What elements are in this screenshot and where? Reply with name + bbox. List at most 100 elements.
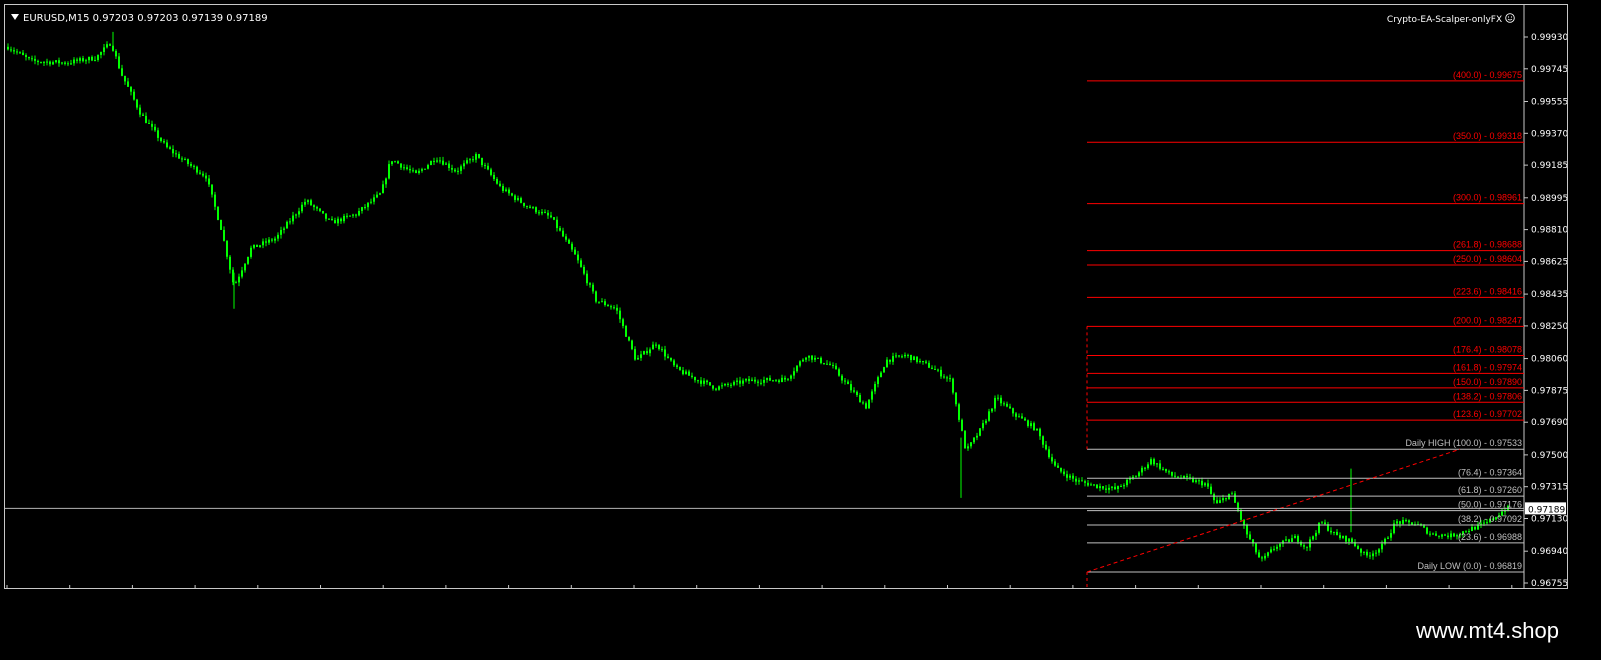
candle-body (1447, 535, 1449, 538)
candle-body (934, 368, 936, 370)
candle-body (826, 363, 828, 365)
candle-body (1057, 465, 1059, 468)
candle-body (121, 68, 123, 76)
candle-body (895, 355, 897, 357)
candle-body (1321, 522, 1323, 524)
candle-body (454, 169, 456, 172)
candle-body (634, 349, 636, 360)
price-axis-label: 0.99370 (1531, 129, 1567, 139)
candle-body (919, 360, 921, 362)
candle-body (571, 243, 573, 250)
candle-body (295, 214, 297, 216)
candle-body (349, 215, 351, 217)
candle-body (106, 44, 108, 48)
price-axis-label: 0.96940 (1531, 547, 1567, 557)
candle-body (1237, 502, 1239, 511)
collapse-triangle-icon[interactable] (11, 14, 19, 20)
candle-body (553, 217, 555, 220)
candle-body (988, 411, 990, 421)
candle-body (1003, 403, 1005, 405)
candle-body (145, 115, 147, 123)
candle-body (1357, 546, 1359, 549)
candle-body (838, 369, 840, 376)
candle-body (1126, 479, 1128, 486)
candle-body (1405, 520, 1407, 522)
candle-body (280, 229, 282, 235)
candle-body (325, 213, 327, 219)
current-price-label: 0.97189 (1528, 505, 1565, 515)
candle-body (616, 307, 618, 311)
candle-body (1195, 480, 1197, 483)
candle-body (481, 157, 483, 166)
price-axis-label: 0.97690 (1531, 418, 1567, 428)
candle-body (583, 266, 585, 274)
candle-body (214, 194, 216, 207)
candle-body (808, 355, 810, 358)
fib-level-label: (200.0) - 0.98247 (1453, 315, 1522, 325)
fib-level-label: (61.8) - 0.97260 (1458, 485, 1522, 495)
candle-body (844, 380, 846, 382)
candle-body (769, 377, 771, 381)
candle-body (478, 154, 480, 158)
candle-body (1036, 428, 1038, 431)
price-axis-label: 0.97130 (1531, 515, 1567, 525)
candle-body (1366, 551, 1368, 556)
price-axis-label: 0.97315 (1531, 483, 1567, 493)
price-axis-label: 0.96755 (1531, 579, 1567, 588)
candle-body (1288, 539, 1290, 542)
candle-body (1045, 444, 1047, 450)
candle-body (658, 345, 660, 350)
candle-body (76, 59, 78, 61)
candle-body (1069, 475, 1071, 478)
candle-body (229, 256, 231, 270)
candle-body (1033, 423, 1035, 431)
price-axis-label: 0.97875 (1531, 386, 1567, 396)
candle-body (568, 239, 570, 244)
candle-body (805, 357, 807, 360)
candle-body (547, 212, 549, 216)
candle-body (823, 363, 825, 365)
candle-body (115, 50, 117, 57)
candle-body (328, 218, 330, 220)
candle-body (580, 260, 582, 267)
price-axis-label: 0.99555 (1531, 97, 1567, 107)
candle-body (1024, 418, 1026, 421)
candle-body (415, 170, 417, 174)
candle-body (763, 379, 765, 383)
candle-body (1075, 478, 1077, 482)
candle-body (1072, 475, 1074, 479)
candle-body (109, 44, 111, 46)
candle-body (913, 356, 915, 361)
candle-body (1081, 480, 1083, 482)
candle-body (817, 357, 819, 359)
candle-body (352, 214, 354, 216)
candle-body (166, 142, 168, 148)
candle-body (955, 392, 957, 405)
candle-body (340, 218, 342, 222)
candle-body (778, 380, 780, 383)
price-chart[interactable]: 0.99930 0.99745 0.99555 0.99370 0.99185 0.989… (5, 5, 1567, 588)
footer-url[interactable]: www.mt4.shop (1416, 618, 1559, 644)
candle-body (850, 384, 852, 391)
fib-level-label: (261.8) - 0.98688 (1453, 240, 1522, 250)
candle-body (520, 198, 522, 203)
candle-body (94, 59, 96, 61)
candle-body (745, 378, 747, 381)
candle-body (382, 184, 384, 194)
chart-window[interactable]: 0.99930 0.99745 0.99555 0.99370 0.99185 0.989… (4, 4, 1568, 589)
candle-body (475, 154, 477, 160)
candle-body (346, 215, 348, 217)
candle-body (28, 57, 30, 59)
candle-body (1030, 423, 1032, 427)
candle-body (673, 360, 675, 366)
candle-body (334, 220, 336, 224)
candle-body (685, 371, 687, 375)
candle-body (58, 60, 60, 64)
candle-body (964, 430, 966, 449)
candle-body (1201, 480, 1203, 486)
candle-body (490, 169, 492, 175)
candle-body (652, 344, 654, 350)
candle-body (487, 165, 489, 170)
candle-body (628, 336, 630, 341)
candle-body (811, 355, 813, 360)
